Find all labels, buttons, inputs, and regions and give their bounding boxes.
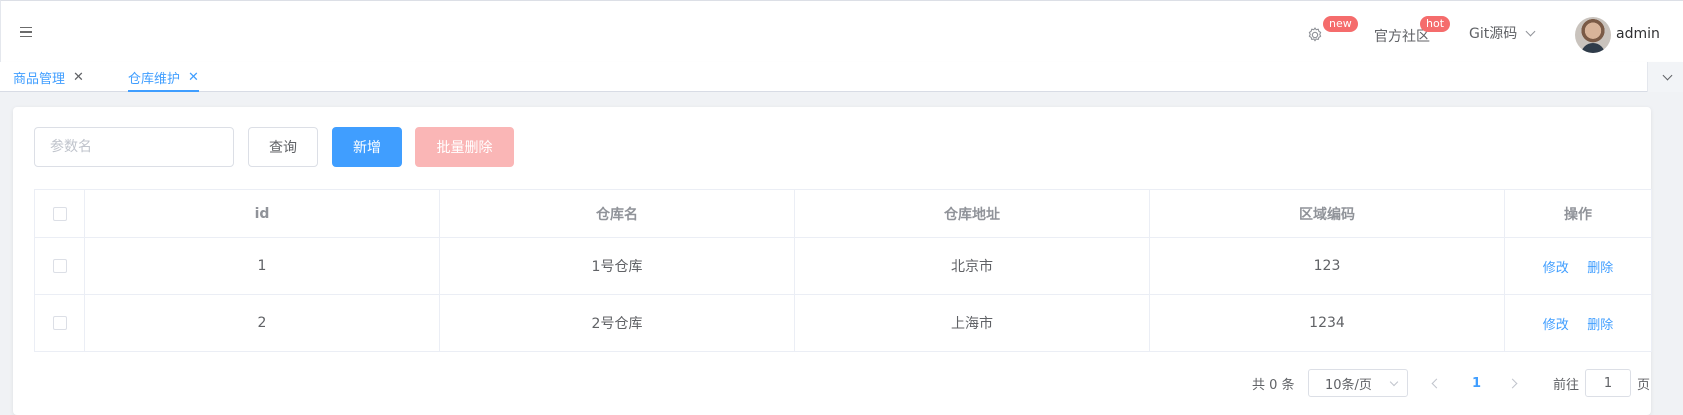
row-select-cell [34,237,85,295]
page-size-value: 10条/页 [1325,377,1372,393]
page-size-select[interactable]: 10条/页 [1308,369,1408,397]
cell-actions: 修改 删除 [1504,294,1652,352]
delete-link[interactable]: 删除 [1587,318,1613,333]
page-number-current[interactable]: 1 [1472,369,1481,397]
goto-prefix: 前往 [1553,377,1580,393]
tags-view-bar: 商品管理 ✕ 仓库维护 ✕ [0,62,1683,92]
cell-code: 1234 [1149,294,1505,352]
cell-address: 上海市 [794,294,1150,352]
tab-warehouse-maintenance[interactable]: 仓库维护 ✕ [128,62,199,92]
query-button[interactable]: 查询 [248,127,318,167]
column-header-actions: 操作 [1504,189,1652,238]
cell-address: 北京市 [794,237,1150,295]
git-source-dropdown[interactable]: Git源码 [1469,23,1536,43]
user-name[interactable]: admin [1616,26,1660,42]
cell-id: 1 [84,237,440,295]
goto-suffix: 页 [1637,377,1651,393]
batch-delete-button[interactable]: 批量删除 [415,127,514,167]
tab-label: 商品管理 [13,71,66,87]
git-source-label: Git源码 [1469,26,1518,42]
close-icon[interactable]: ✕ [188,71,199,84]
avatar[interactable] [1575,17,1611,53]
row-checkbox[interactable] [52,316,67,330]
cell-id: 2 [84,294,440,352]
row-select-cell [34,294,85,352]
column-header-id: id [84,189,440,238]
column-header-code: 区域编码 [1149,189,1505,238]
new-badge: new [1323,16,1358,32]
warehouse-table: id 仓库名 仓库地址 区域编码 操作 1 1号仓库 北京市 123 修改 删除… [34,189,1652,352]
cell-name: 1号仓库 [439,237,795,295]
tab-goods-management[interactable]: 商品管理 ✕ [13,62,84,92]
select-all-checkbox[interactable] [52,206,67,221]
tabs-more-button[interactable] [1647,62,1683,92]
chevron-left-icon [1431,378,1442,388]
page-jumper: 前往 页 [1553,369,1650,397]
edit-link[interactable]: 修改 [1543,261,1569,276]
table-header-row: id 仓库名 仓库地址 区域编码 操作 [34,189,1652,238]
cell-actions: 修改 删除 [1504,237,1652,295]
select-all-cell [34,189,85,238]
cell-name: 2号仓库 [439,294,795,352]
cell-code: 123 [1149,237,1505,295]
next-page-button[interactable] [1507,369,1519,397]
chevron-down-icon [1525,26,1536,36]
row-checkbox[interactable] [52,259,67,273]
table-row: 2 2号仓库 上海市 1234 修改 删除 [34,294,1652,352]
pagination-total: 共 0 条 [1252,377,1295,393]
table-row: 1 1号仓库 北京市 123 修改 删除 [34,237,1652,295]
close-icon[interactable]: ✕ [73,71,84,84]
param-name-input[interactable] [34,127,234,167]
add-button[interactable]: 新增 [332,127,402,167]
prev-page-button[interactable] [1431,369,1443,397]
tab-label: 仓库维护 [128,71,181,87]
edit-link[interactable]: 修改 [1543,318,1569,333]
top-header: new 官方社区 hot Git源码 admin [0,0,1683,63]
column-header-address: 仓库地址 [794,189,1150,238]
goto-page-input[interactable] [1585,369,1632,397]
column-header-name: 仓库名 [439,189,795,238]
hot-badge: hot [1420,16,1451,32]
chevron-right-icon [1507,378,1518,388]
hamburger-icon[interactable] [20,27,32,37]
chevron-down-icon [1662,70,1673,80]
delete-link[interactable]: 删除 [1587,261,1613,276]
chevron-down-icon [1389,377,1399,386]
gear-icon[interactable] [1305,25,1325,45]
